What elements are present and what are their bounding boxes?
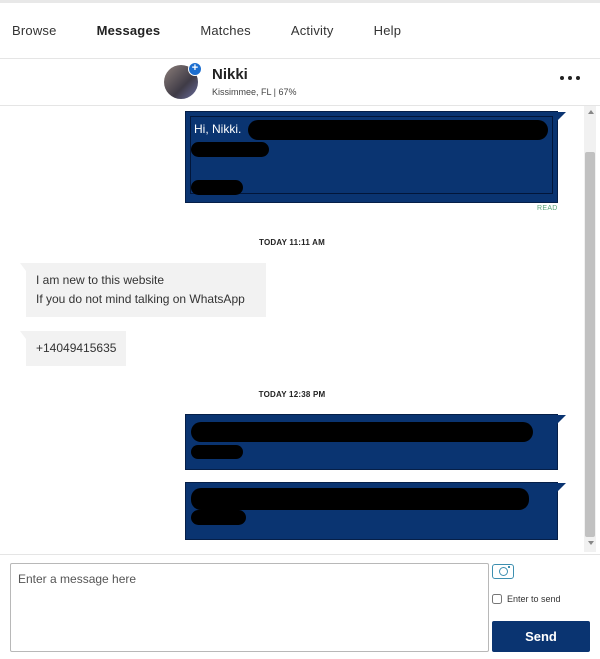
timestamp-divider: TODAY 11:11 AM (259, 238, 325, 247)
incoming-phone-number: +14049415635 (36, 341, 117, 355)
nav-matches[interactable]: Matches (200, 23, 251, 38)
read-receipt: READ (537, 205, 558, 212)
divider (0, 554, 600, 555)
main-nav: Browse Messages Matches Activity Help (0, 3, 600, 59)
incoming-message-line: If you do not mind talking on WhatsApp (36, 292, 245, 306)
scroll-down-arrow-icon[interactable] (588, 541, 594, 545)
enter-to-send-toggle[interactable]: Enter to send (492, 594, 561, 604)
message-thread[interactable]: Hi, Nikki. READ TODAY 11:11 AM I am new … (0, 106, 600, 552)
outgoing-message: Hi, Nikki. (185, 111, 566, 203)
contact-name[interactable]: Nikki (212, 66, 248, 83)
redaction-mark (191, 445, 243, 459)
message-input[interactable] (10, 563, 489, 652)
nav-help[interactable]: Help (374, 23, 402, 38)
enter-to-send-label: Enter to send (507, 594, 561, 604)
enter-to-send-checkbox[interactable] (492, 594, 502, 604)
incoming-message-line: I am new to this website (36, 273, 165, 287)
redaction-mark (248, 120, 548, 140)
redaction-mark (191, 510, 246, 525)
nav-messages[interactable]: Messages (97, 23, 161, 38)
camera-icon[interactable] (492, 564, 514, 579)
nav-activity[interactable]: Activity (291, 23, 334, 38)
outgoing-message (185, 482, 566, 540)
scrollbar-thumb[interactable] (585, 152, 595, 537)
redaction-mark (191, 422, 533, 442)
add-contact-badge-icon[interactable]: + (188, 62, 202, 76)
send-button[interactable]: Send (492, 621, 590, 652)
more-options-icon[interactable] (560, 76, 580, 84)
outgoing-message (185, 414, 566, 470)
contact-location: Kissimmee, FL | 67% (212, 87, 297, 97)
chat-header: + Nikki Kissimmee, FL | 67% (0, 59, 600, 106)
redaction-mark (191, 142, 269, 157)
incoming-message: I am new to this website If you do not m… (20, 263, 266, 317)
scroll-up-arrow-icon[interactable] (588, 110, 594, 114)
outgoing-message-text: Hi, Nikki. (194, 122, 242, 136)
timestamp-divider: TODAY 12:38 PM (258, 390, 326, 399)
redaction-mark (191, 180, 243, 195)
nav-browse[interactable]: Browse (12, 23, 57, 38)
redaction-mark (191, 488, 529, 510)
incoming-message: +14049415635 (20, 331, 126, 366)
